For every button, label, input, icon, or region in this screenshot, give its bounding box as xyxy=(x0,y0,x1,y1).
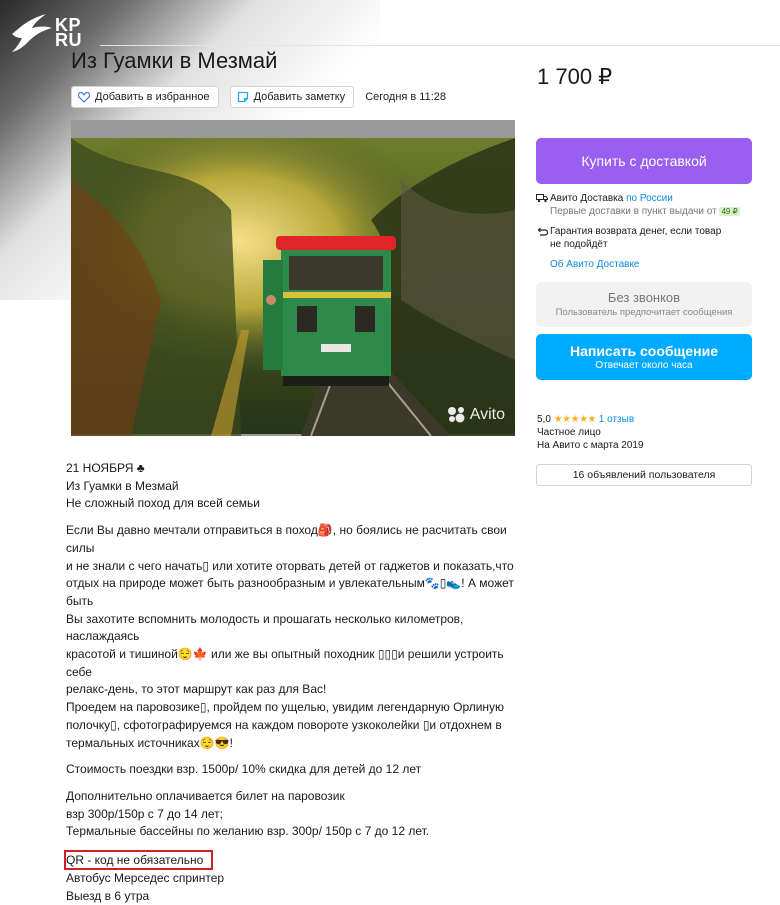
add-favorite-button[interactable]: Добавить в избранное xyxy=(71,86,219,108)
no-calls-subtitle: Пользователь предпочитает сообщения xyxy=(555,307,733,318)
delivery-info: Авито Доставка по России Первые доставки… xyxy=(536,192,756,271)
desc-price-line: Стоимость поездки взр. 1500р/ 10% скидка… xyxy=(66,762,422,777)
no-calls-panel: Без звонков Пользователь предпочитает со… xyxy=(536,282,752,327)
add-favorite-label: Добавить в избранное xyxy=(95,91,210,103)
listing-photo[interactable]: Avito xyxy=(71,120,515,436)
seller-type: Частное лицо xyxy=(537,427,601,438)
logo-ru: RU xyxy=(55,30,82,50)
add-note-label: Добавить заметку xyxy=(253,91,346,103)
desc-line: Вы захотите вспомнить молодость и прошаг… xyxy=(66,611,464,644)
desc-line: Автобус Мерседес спринтер xyxy=(66,871,225,886)
delivery-price-badge: 49 ₽ xyxy=(719,207,740,216)
reviews-link[interactable]: 1 отзыв xyxy=(599,414,634,425)
desc-line: термальных источниках😌😎! xyxy=(66,735,233,750)
qr-highlight: QR - код не обязательно xyxy=(64,850,214,871)
desc-line: Дополнительно оплачивается билет на паро… xyxy=(66,788,345,803)
desc-line: Термальные бассейны по желанию взр. 300р… xyxy=(66,824,430,839)
action-row: Добавить в избранное Добавить заметку Се… xyxy=(71,86,446,108)
guarantee-text: Гарантия возврата денег, если товар не п… xyxy=(550,226,722,250)
desc-line: отдых на природе может быть разнообразны… xyxy=(66,576,514,608)
write-message-button[interactable]: Написать сообщение Отвечает около часа xyxy=(536,334,752,380)
desc-line: Проедем на паровозике▯, пройдем по ущель… xyxy=(66,700,505,715)
heart-icon xyxy=(78,91,90,103)
page-title: Из Гуамки в Мезмай xyxy=(71,48,278,73)
delivery-region-link[interactable]: по России xyxy=(626,193,673,204)
no-calls-title: Без звонков xyxy=(607,290,681,305)
return-icon xyxy=(537,227,549,236)
train-photo-illustration xyxy=(71,120,515,436)
price: 1 700 ₽ xyxy=(537,64,613,89)
delivery-prefix: Авито Доставка xyxy=(550,193,624,204)
desc-line: релакс-день, то этот маршрут как раз для… xyxy=(66,682,327,697)
avito-watermark: Avito xyxy=(446,406,505,424)
desc-line: Если Вы давно мечтали отправиться в похо… xyxy=(66,523,507,555)
description: 21 НОЯБРЯ ♣ Из Гуамки в Мезмай Не сложны… xyxy=(64,460,526,905)
avito-watermark-text: Avito xyxy=(469,406,505,423)
add-note-button[interactable]: Добавить заметку xyxy=(229,86,355,108)
buy-with-delivery-button[interactable]: Купить с доставкой xyxy=(536,138,752,184)
desc-line: 21 НОЯБРЯ ♣ xyxy=(66,461,145,475)
user-ads-button[interactable]: 16 объявлений пользователя xyxy=(536,464,752,486)
publish-date: Сегодня в 11:28 xyxy=(365,91,447,103)
truck-icon xyxy=(536,194,548,203)
desc-line: Из Гуамки в Мезмай xyxy=(66,478,179,493)
seller-info: 5,0 ★★★★★ 1 отзыв Частное лицо На Авито … xyxy=(537,413,644,452)
header-divider xyxy=(100,45,780,46)
write-message-label: Написать сообщение xyxy=(569,343,719,359)
about-delivery-link[interactable]: Об Авито Доставке xyxy=(536,258,756,271)
desc-line: и не знали с чего начать▯ или хотите ото… xyxy=(66,558,514,573)
seller-since: На Авито с марта 2019 xyxy=(537,440,644,451)
kp-logo: KP RU xyxy=(10,14,82,52)
desc-line: Не сложный поход для всей семьи xyxy=(66,496,260,511)
note-icon xyxy=(237,91,248,103)
delivery-note: Первые доставки в пункт выдачи от xyxy=(550,206,717,217)
response-time: Отвечает около часа xyxy=(595,360,693,371)
swallow-icon xyxy=(12,14,52,52)
desc-line: красотой и тишиной😌🍁 или же вы опытный п… xyxy=(66,647,504,679)
desc-line: полочку▯, сфотографируемся на каждом пов… xyxy=(66,717,502,732)
seller-rating: 5,0 xyxy=(537,414,551,425)
avito-dots-icon xyxy=(447,407,465,423)
desc-line: Выезд в 6 утра xyxy=(66,888,150,903)
desc-line: взр 300р/150р с 7 до 14 лет; xyxy=(66,806,223,821)
rating-stars-icon: ★★★★★ xyxy=(553,414,597,425)
